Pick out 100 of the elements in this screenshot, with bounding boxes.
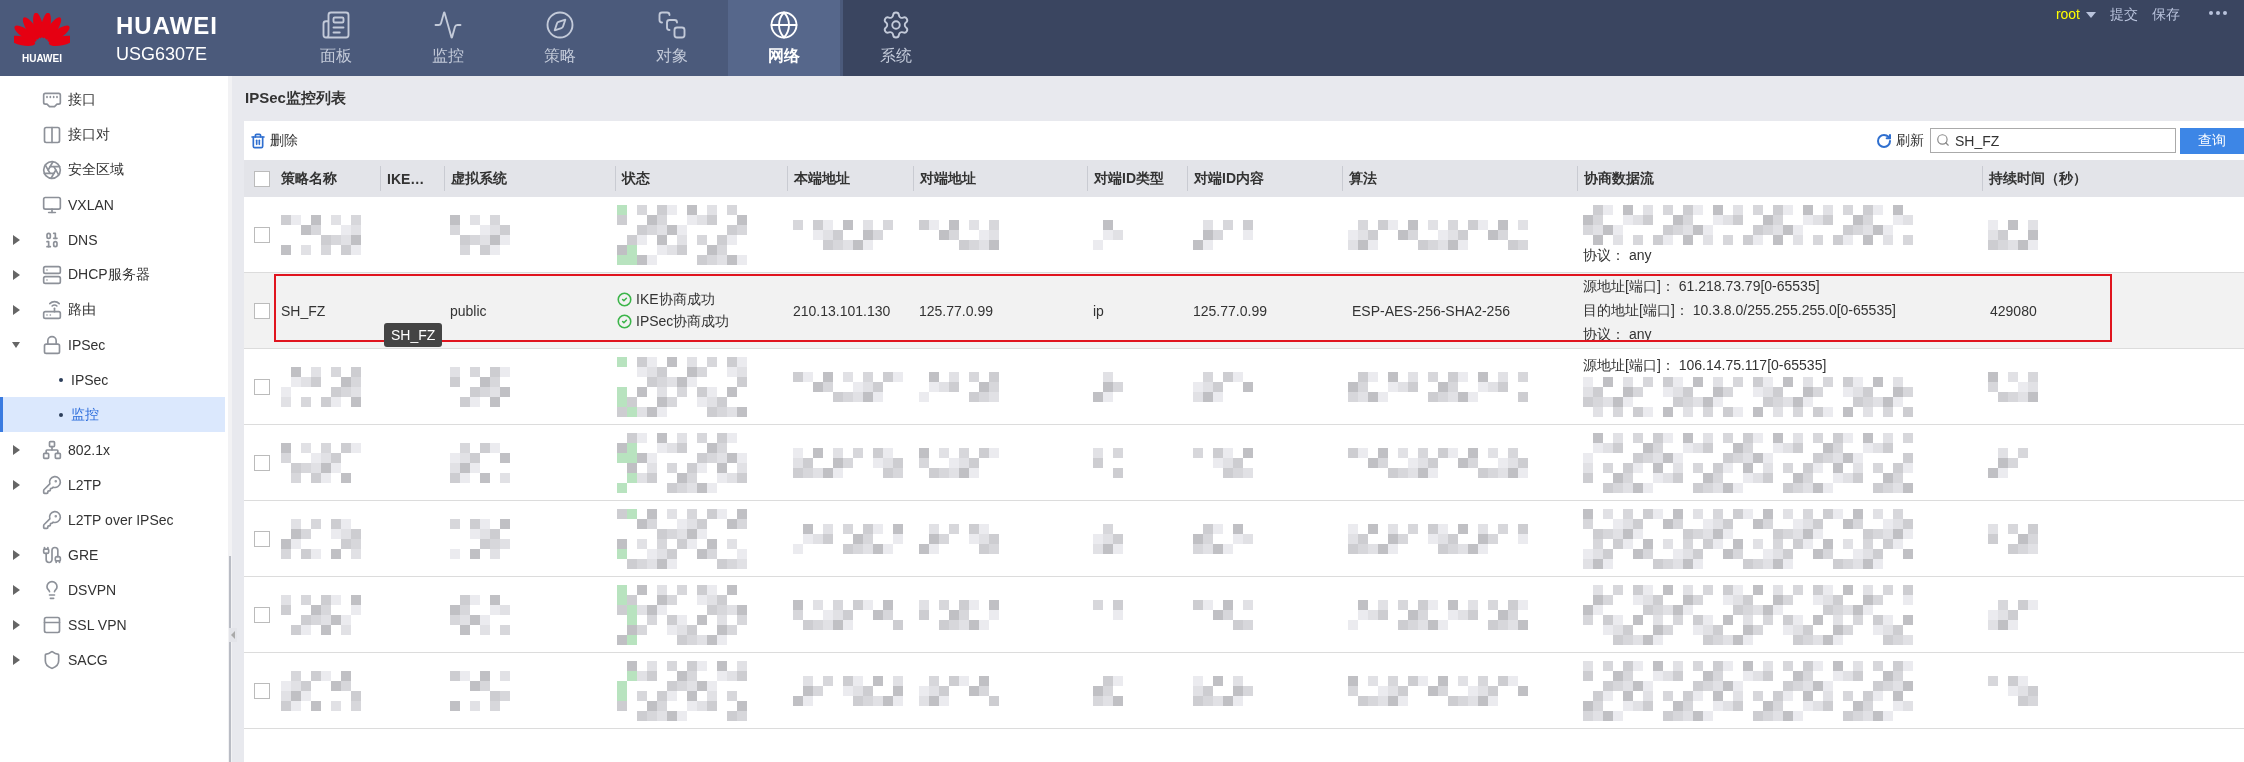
column-header[interactable]: 算法 <box>1349 169 1377 188</box>
header-link[interactable]: 提交 <box>2110 6 2138 24</box>
panel-title: IPSec监控列表 <box>244 88 347 108</box>
query-button[interactable]: 查询 <box>2180 127 2244 154</box>
column-header[interactable]: 持续时间（秒） <box>1989 169 2087 188</box>
pixelated-text <box>1193 371 1253 402</box>
cable-icon <box>42 544 62 565</box>
table-cell-text: 125.77.0.99 <box>919 302 994 319</box>
column-header[interactable]: IKE… <box>387 170 425 187</box>
router-icon <box>42 299 62 320</box>
sidebar-item[interactable]: IPSec <box>0 327 228 362</box>
tooltip: SH_FZ <box>384 323 443 347</box>
pixelated-text <box>450 214 510 255</box>
aperture-icon <box>42 159 62 180</box>
sidebar-item[interactable]: DNS <box>0 222 228 257</box>
collapsed-caret-icon[interactable] <box>12 549 20 560</box>
sidebar-item[interactable]: L2TP over IPSec <box>0 502 228 537</box>
globe-icon <box>769 9 799 40</box>
sidebar-item[interactable]: SSL VPN <box>0 607 228 642</box>
pixelated-text <box>1193 447 1253 478</box>
collapse-handle-icon[interactable] <box>229 628 237 642</box>
sidebar-item[interactable]: GRE <box>0 537 228 572</box>
pixelated-text <box>450 366 510 407</box>
flow-line: 源地址[端口]： 106.14.75.117[0-65535] <box>1583 356 1828 375</box>
delete-button[interactable]: 删除 <box>250 131 298 150</box>
nav-tab[interactable]: 对象 <box>616 0 728 76</box>
expanded-caret-icon[interactable] <box>12 339 20 350</box>
pixelated-text <box>1988 675 2038 706</box>
refresh-button[interactable]: 刷新 <box>1876 131 1924 150</box>
logo-text: HUAWEI <box>22 52 62 64</box>
collapsed-caret-icon[interactable] <box>12 654 20 665</box>
server-icon <box>42 264 62 285</box>
sidebar-item[interactable]: DHCP服务器 <box>0 257 228 292</box>
search-field[interactable]: SH_FZ <box>1930 128 2176 153</box>
collapsed-caret-icon[interactable] <box>12 304 20 315</box>
pixelated-text <box>1093 219 1123 250</box>
caret-icon <box>2086 12 2096 18</box>
squares-icon <box>657 9 687 40</box>
table-cell-text: ESP-AES-256-SHA2-256 <box>1352 302 1511 319</box>
table-cell-text: SH_FZ <box>281 302 327 319</box>
header-link[interactable]: 保存 <box>2152 6 2180 24</box>
checkbox[interactable] <box>254 530 270 547</box>
column-header[interactable]: 协商数据流 <box>1584 169 1654 188</box>
nav-tab[interactable]: 系统 <box>840 0 952 76</box>
nav-tab[interactable]: 策略 <box>504 0 616 76</box>
column-header[interactable]: 本端地址 <box>794 169 850 188</box>
sidebar-item[interactable]: SACG <box>0 642 228 677</box>
device-model: USG6307E <box>116 43 209 65</box>
sidebar-subitem[interactable]: IPSec <box>0 362 225 397</box>
nav-tab[interactable]: 面板 <box>280 0 392 76</box>
nav-tab[interactable]: 监控 <box>392 0 504 76</box>
trash-icon <box>250 132 266 149</box>
collapsed-caret-icon[interactable] <box>12 584 20 595</box>
checkbox[interactable] <box>254 226 270 243</box>
search-icon <box>1936 133 1950 147</box>
checkbox[interactable] <box>254 606 270 623</box>
column-header[interactable]: 策略名称 <box>281 169 337 188</box>
column-header[interactable]: 虚拟系统 <box>451 169 507 188</box>
sidebar-item[interactable]: 接口 <box>0 82 228 117</box>
pixelated-text <box>450 442 510 483</box>
column-header[interactable]: 对端ID类型 <box>1094 169 1164 188</box>
pixelated-text <box>1988 371 2038 402</box>
collapsed-caret-icon[interactable] <box>12 444 20 455</box>
pixelated-text <box>1093 447 1123 478</box>
scrollbar[interactable] <box>229 556 231 762</box>
activity-icon <box>433 9 463 40</box>
column-header[interactable]: 对端ID内容 <box>1194 169 1264 188</box>
column-header[interactable]: 对端地址 <box>920 169 976 188</box>
compass-icon <box>545 9 575 40</box>
sidebar-item[interactable]: 路由 <box>0 292 228 327</box>
nav-tab[interactable]: 网络 <box>728 0 840 76</box>
sidebar-item[interactable]: 接口对 <box>0 117 228 152</box>
brand-name: HUAWEI <box>116 11 218 40</box>
column-header[interactable]: 状态 <box>622 169 650 188</box>
panel-icon <box>42 614 62 635</box>
pixelated-text <box>1988 219 2038 250</box>
collapsed-caret-icon[interactable] <box>12 619 20 630</box>
sidebar-item[interactable]: 802.1x <box>0 432 228 467</box>
sidebar-item[interactable]: VXLAN <box>0 187 228 222</box>
more-icon[interactable] <box>2208 10 2228 16</box>
checkbox[interactable] <box>254 378 270 395</box>
table-cell-text: public <box>450 302 488 319</box>
checkbox[interactable] <box>254 302 270 319</box>
checkbox[interactable] <box>254 454 270 471</box>
collapsed-caret-icon[interactable] <box>12 234 20 245</box>
pixelated-text <box>450 670 510 711</box>
pixelated-text <box>1093 371 1123 402</box>
pixelated-text <box>1193 675 1253 706</box>
sidebar-item[interactable]: DSVPN <box>0 572 228 607</box>
pixelated-text <box>1988 523 2038 554</box>
collapsed-caret-icon[interactable] <box>12 479 20 490</box>
flow-line: 源地址[端口]： 61.218.73.79[0-65535] <box>1583 277 1821 296</box>
pixelated-text <box>1093 675 1123 706</box>
sidebar-item[interactable]: L2TP <box>0 467 228 502</box>
user-menu[interactable]: root <box>2055 6 2080 22</box>
sidebar-item[interactable]: 安全区域 <box>0 152 228 187</box>
collapsed-caret-icon[interactable] <box>12 269 20 280</box>
checkbox[interactable] <box>254 682 270 699</box>
checkbox[interactable] <box>254 170 270 187</box>
sidebar-subitem[interactable]: 监控 <box>0 397 225 432</box>
